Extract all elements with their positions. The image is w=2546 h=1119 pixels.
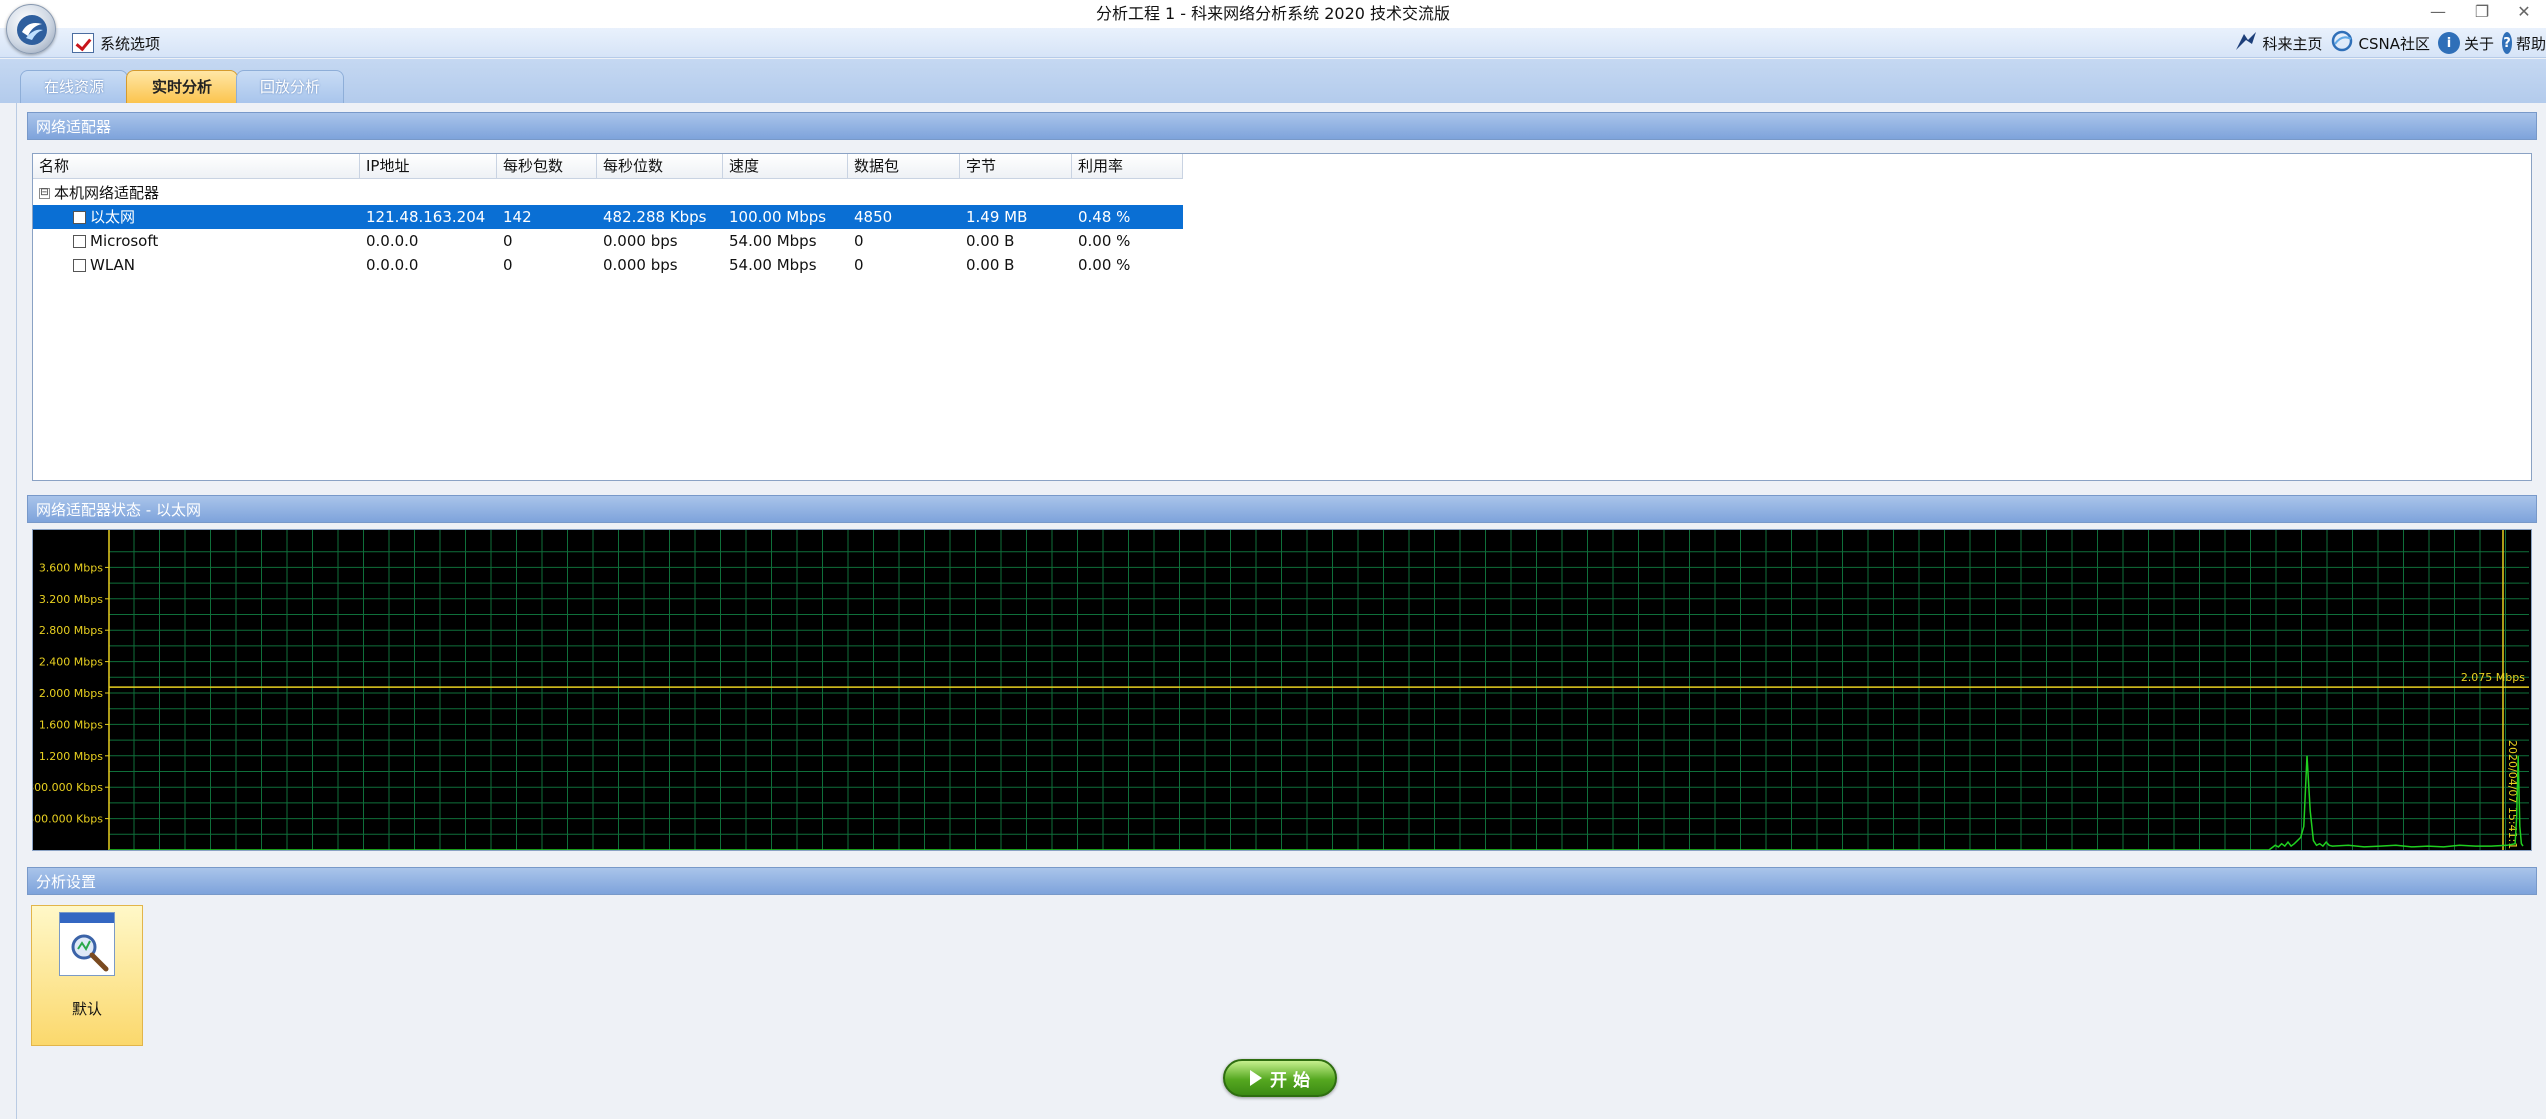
restore-button[interactable]: ❐: [2462, 0, 2502, 24]
cell-utilization: 0.48 %: [1078, 208, 1131, 226]
cell-name: 以太网: [33, 205, 360, 229]
cell-packets: 0: [854, 256, 864, 274]
default-profile-label: 默认: [71, 1000, 102, 1018]
cell-name: Microsoft: [33, 229, 360, 253]
play-icon: [1250, 1070, 1263, 1086]
adapter-panel-header: 网络适配器: [27, 112, 2537, 140]
cell-ip: 0.0.0.0: [366, 256, 419, 274]
analysis-settings-header: 分析设置: [27, 867, 2537, 895]
cell-utilization: 0.00 %: [1078, 232, 1131, 250]
col-speed[interactable]: 速度: [723, 154, 848, 179]
adapter-checkbox[interactable]: [73, 235, 86, 248]
adapter-name: WLAN: [90, 256, 136, 274]
y-tick-label: 2.800 Mbps: [39, 624, 103, 637]
col-utilization[interactable]: 利用率: [1072, 154, 1183, 179]
application-menu-button[interactable]: [6, 4, 56, 54]
y-tick-label: 400.000 Kbps: [33, 813, 103, 826]
tab-online-resources[interactable]: 在线资源: [20, 70, 128, 103]
col-bps[interactable]: 每秒位数: [597, 154, 723, 179]
tab-realtime-analysis[interactable]: 实时分析: [126, 70, 238, 103]
traffic-chart: 3.600 Mbps 3.200 Mbps 2.800 Mbps 2.400 Mbps…: [33, 530, 2529, 850]
adapter-name: Microsoft: [90, 232, 159, 250]
adapter-table: 名称 IP地址 每秒包数 每秒位数 速度 数据包 字节 利用率 ⊟ 本机网络适配…: [32, 153, 2532, 481]
system-options-icon: [72, 33, 94, 53]
cell-packets: 0: [854, 232, 864, 250]
help-link-label: 帮助: [2515, 34, 2546, 53]
cell-speed: 100.00 Mbps: [729, 208, 827, 226]
cell-bps: 0.000 bps: [603, 256, 678, 274]
adapter-status-header: 网络适配器状态 - 以太网: [27, 495, 2537, 523]
cell-pps: 0: [503, 232, 513, 250]
app-logo-icon: [17, 15, 47, 45]
cell-name: WLAN: [33, 253, 360, 277]
top-links: 科来主页 CSNA社区 i 关于 ? 帮助: [2234, 28, 2546, 58]
traffic-graph: 3.600 Mbps 3.200 Mbps 2.800 Mbps 2.400 Mbps…: [32, 529, 2532, 851]
table-row[interactable]: WLAN 0.0.0.0 0 0.000 bps 54.00 Mbps 0 0.00 B 0.…: [33, 253, 1183, 277]
cell-ip: 121.48.163.204: [366, 208, 486, 226]
y-tick-label: 800.000 Kbps: [33, 781, 103, 794]
table-row[interactable]: Microsoft 0.0.0.0 0 0.000 bps 54.00 Mbps 0 0.0…: [33, 229, 1183, 253]
community-link-label: CSNA社区: [2358, 34, 2430, 53]
start-button-label: 开 始: [1270, 1070, 1310, 1091]
adapter-group-label: 本机网络适配器: [54, 184, 160, 202]
adapter-name: 以太网: [90, 208, 136, 226]
y-tick-label: 2.400 Mbps: [39, 656, 103, 669]
cell-bps: 0.000 bps: [603, 232, 678, 250]
cell-speed: 54.00 Mbps: [729, 232, 817, 250]
help-icon: ?: [2502, 32, 2512, 54]
adapter-table-header: 名称 IP地址 每秒包数 每秒位数 速度 数据包 字节 利用率: [33, 154, 1183, 179]
minimize-button[interactable]: —: [2418, 0, 2458, 24]
cell-utilization: 0.00 %: [1078, 256, 1131, 274]
y-tick-label: 3.200 Mbps: [39, 593, 103, 606]
cell-pps: 142: [503, 208, 532, 226]
colasoft-logo-icon: [2234, 30, 2258, 56]
quick-access-bar: 系统选项 科来主页 CSNA社区 i 关于 ? 帮助: [0, 28, 2546, 58]
close-button[interactable]: ✕: [2504, 0, 2544, 24]
col-bytes[interactable]: 字节: [960, 154, 1072, 179]
y-tick-label: 2.000 Mbps: [39, 687, 103, 700]
help-link[interactable]: ? 帮助: [2502, 32, 2546, 54]
cell-bps: 482.288 Kbps: [603, 208, 707, 226]
cell-pps: 0: [503, 256, 513, 274]
reference-line-label: 2.075 Mbps: [2461, 671, 2525, 684]
y-tick-label: 1.600 Mbps: [39, 718, 103, 731]
adapter-checkbox[interactable]: [73, 259, 86, 272]
start-button[interactable]: 开 始: [1223, 1059, 1337, 1097]
y-tick-label: 1.200 Mbps: [39, 750, 103, 763]
realtime-analysis-page: 网络适配器 名称 IP地址 每秒包数 每秒位数 速度 数据包 字节 利用率 ⊟ …: [16, 103, 2546, 1119]
adapter-group-local[interactable]: ⊟ 本机网络适配器: [33, 181, 159, 205]
col-packets[interactable]: 数据包: [848, 154, 960, 179]
collapse-icon[interactable]: ⊟: [39, 187, 50, 199]
tab-replay-analysis[interactable]: 回放分析: [236, 70, 344, 103]
default-profile-tile[interactable]: 默认: [31, 905, 143, 1046]
about-link-label: 关于: [2463, 34, 2494, 53]
homepage-link-label: 科来主页: [2262, 34, 2323, 53]
col-name[interactable]: 名称: [33, 154, 360, 179]
community-icon: [2331, 30, 2355, 56]
adapter-checkbox[interactable]: [73, 211, 86, 224]
network-analysis-profile-icon: [59, 912, 115, 976]
system-options-label: 系统选项: [100, 34, 161, 53]
cell-packets: 4850: [854, 208, 893, 226]
community-link[interactable]: CSNA社区: [2331, 30, 2430, 56]
col-ip[interactable]: IP地址: [360, 154, 497, 179]
table-row[interactable]: 以太网 121.48.163.204 142 482.288 Kbps 100.00 M…: [33, 205, 1183, 229]
col-pps[interactable]: 每秒包数: [497, 154, 597, 179]
cell-bytes: 0.00 B: [966, 256, 1015, 274]
cell-ip: 0.0.0.0: [366, 232, 419, 250]
cell-bytes: 1.49 MB: [966, 208, 1028, 226]
y-tick-label: 3.600 Mbps: [39, 561, 103, 574]
window-title: 分析工程 1 - 科来网络分析系统 2020 技术交流版: [1095, 4, 1451, 23]
info-icon: i: [2437, 32, 2460, 54]
system-options-button[interactable]: 系统选项: [72, 28, 160, 58]
about-link[interactable]: i 关于: [2437, 32, 2494, 54]
cell-bytes: 0.00 B: [966, 232, 1015, 250]
cell-speed: 54.00 Mbps: [729, 256, 817, 274]
ribbon-tabs: 在线资源 实时分析 回放分析: [0, 59, 2546, 103]
homepage-link[interactable]: 科来主页: [2234, 30, 2323, 56]
title-bar: 分析工程 1 - 科来网络分析系统 2020 技术交流版 — ❐ ✕: [0, 0, 2546, 28]
